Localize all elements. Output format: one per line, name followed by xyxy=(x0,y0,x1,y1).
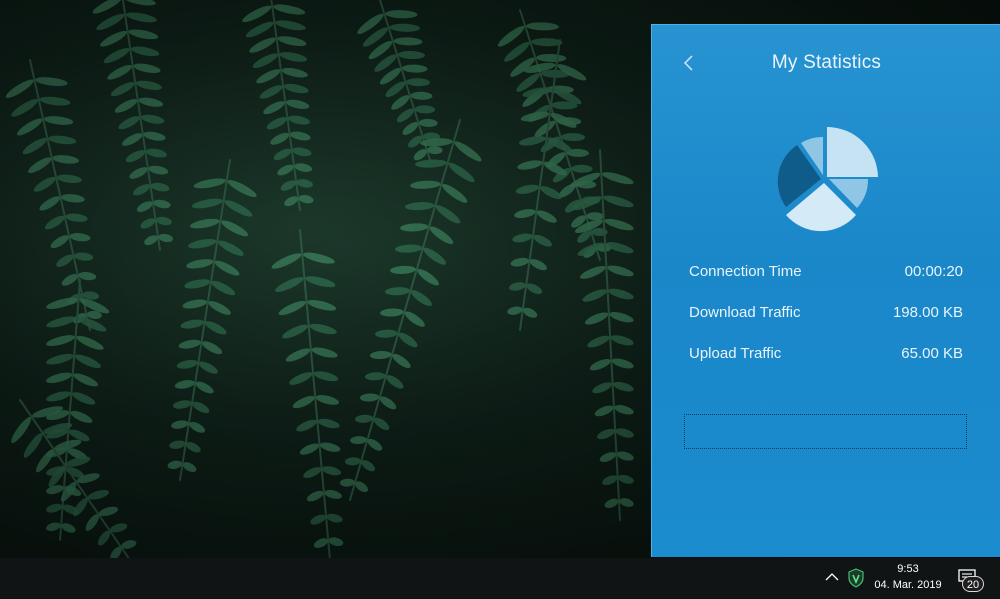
vpn-tray-button[interactable] xyxy=(847,568,865,588)
taskbar-clock[interactable]: 9:53 04. Mar. 2019 xyxy=(868,561,948,593)
clock-time: 9:53 xyxy=(897,563,919,575)
shield-icon xyxy=(848,568,864,588)
stat-value: 65.00 KB xyxy=(901,345,963,362)
stat-label: Connection Time xyxy=(689,263,802,280)
stat-value: 00:00:20 xyxy=(904,263,963,280)
statistics-panel: My Statistics Connection Time 00:00:20 D… xyxy=(651,24,1000,557)
page-title: My Statistics xyxy=(771,52,882,73)
stat-value: 198.00 KB xyxy=(892,304,963,321)
taskbar: 9:53 04. Mar. 2019 20 xyxy=(0,558,1000,598)
stat-label: Upload Traffic xyxy=(689,345,782,362)
stat-row-download-traffic: Download Traffic 198.00 KB xyxy=(689,304,963,326)
pie-chart-icon xyxy=(770,123,880,235)
focused-button[interactable] xyxy=(684,414,967,449)
clock-date: 04. Mar. 2019 xyxy=(874,579,942,591)
chevron-up-icon xyxy=(825,573,839,581)
stat-label: Download Traffic xyxy=(689,304,801,321)
stat-row-upload-traffic: Upload Traffic 65.00 KB xyxy=(689,345,963,367)
notification-count-badge: 20 xyxy=(962,576,984,592)
stat-row-connection-time: Connection Time 00:00:20 xyxy=(689,263,963,285)
show-hidden-icons-button[interactable] xyxy=(824,570,840,584)
